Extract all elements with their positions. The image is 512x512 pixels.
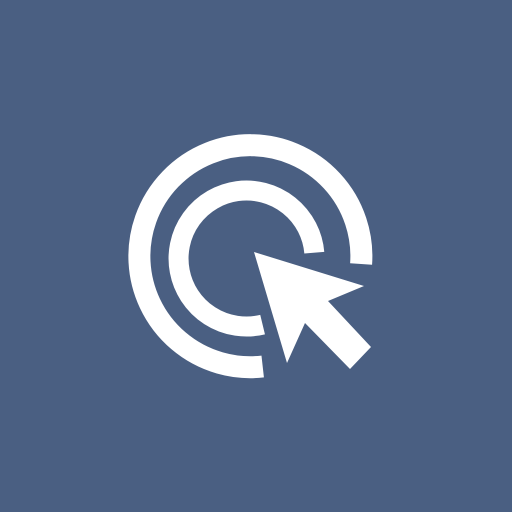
app-icon-tile (0, 0, 512, 512)
click-target-cursor-icon (0, 0, 512, 512)
